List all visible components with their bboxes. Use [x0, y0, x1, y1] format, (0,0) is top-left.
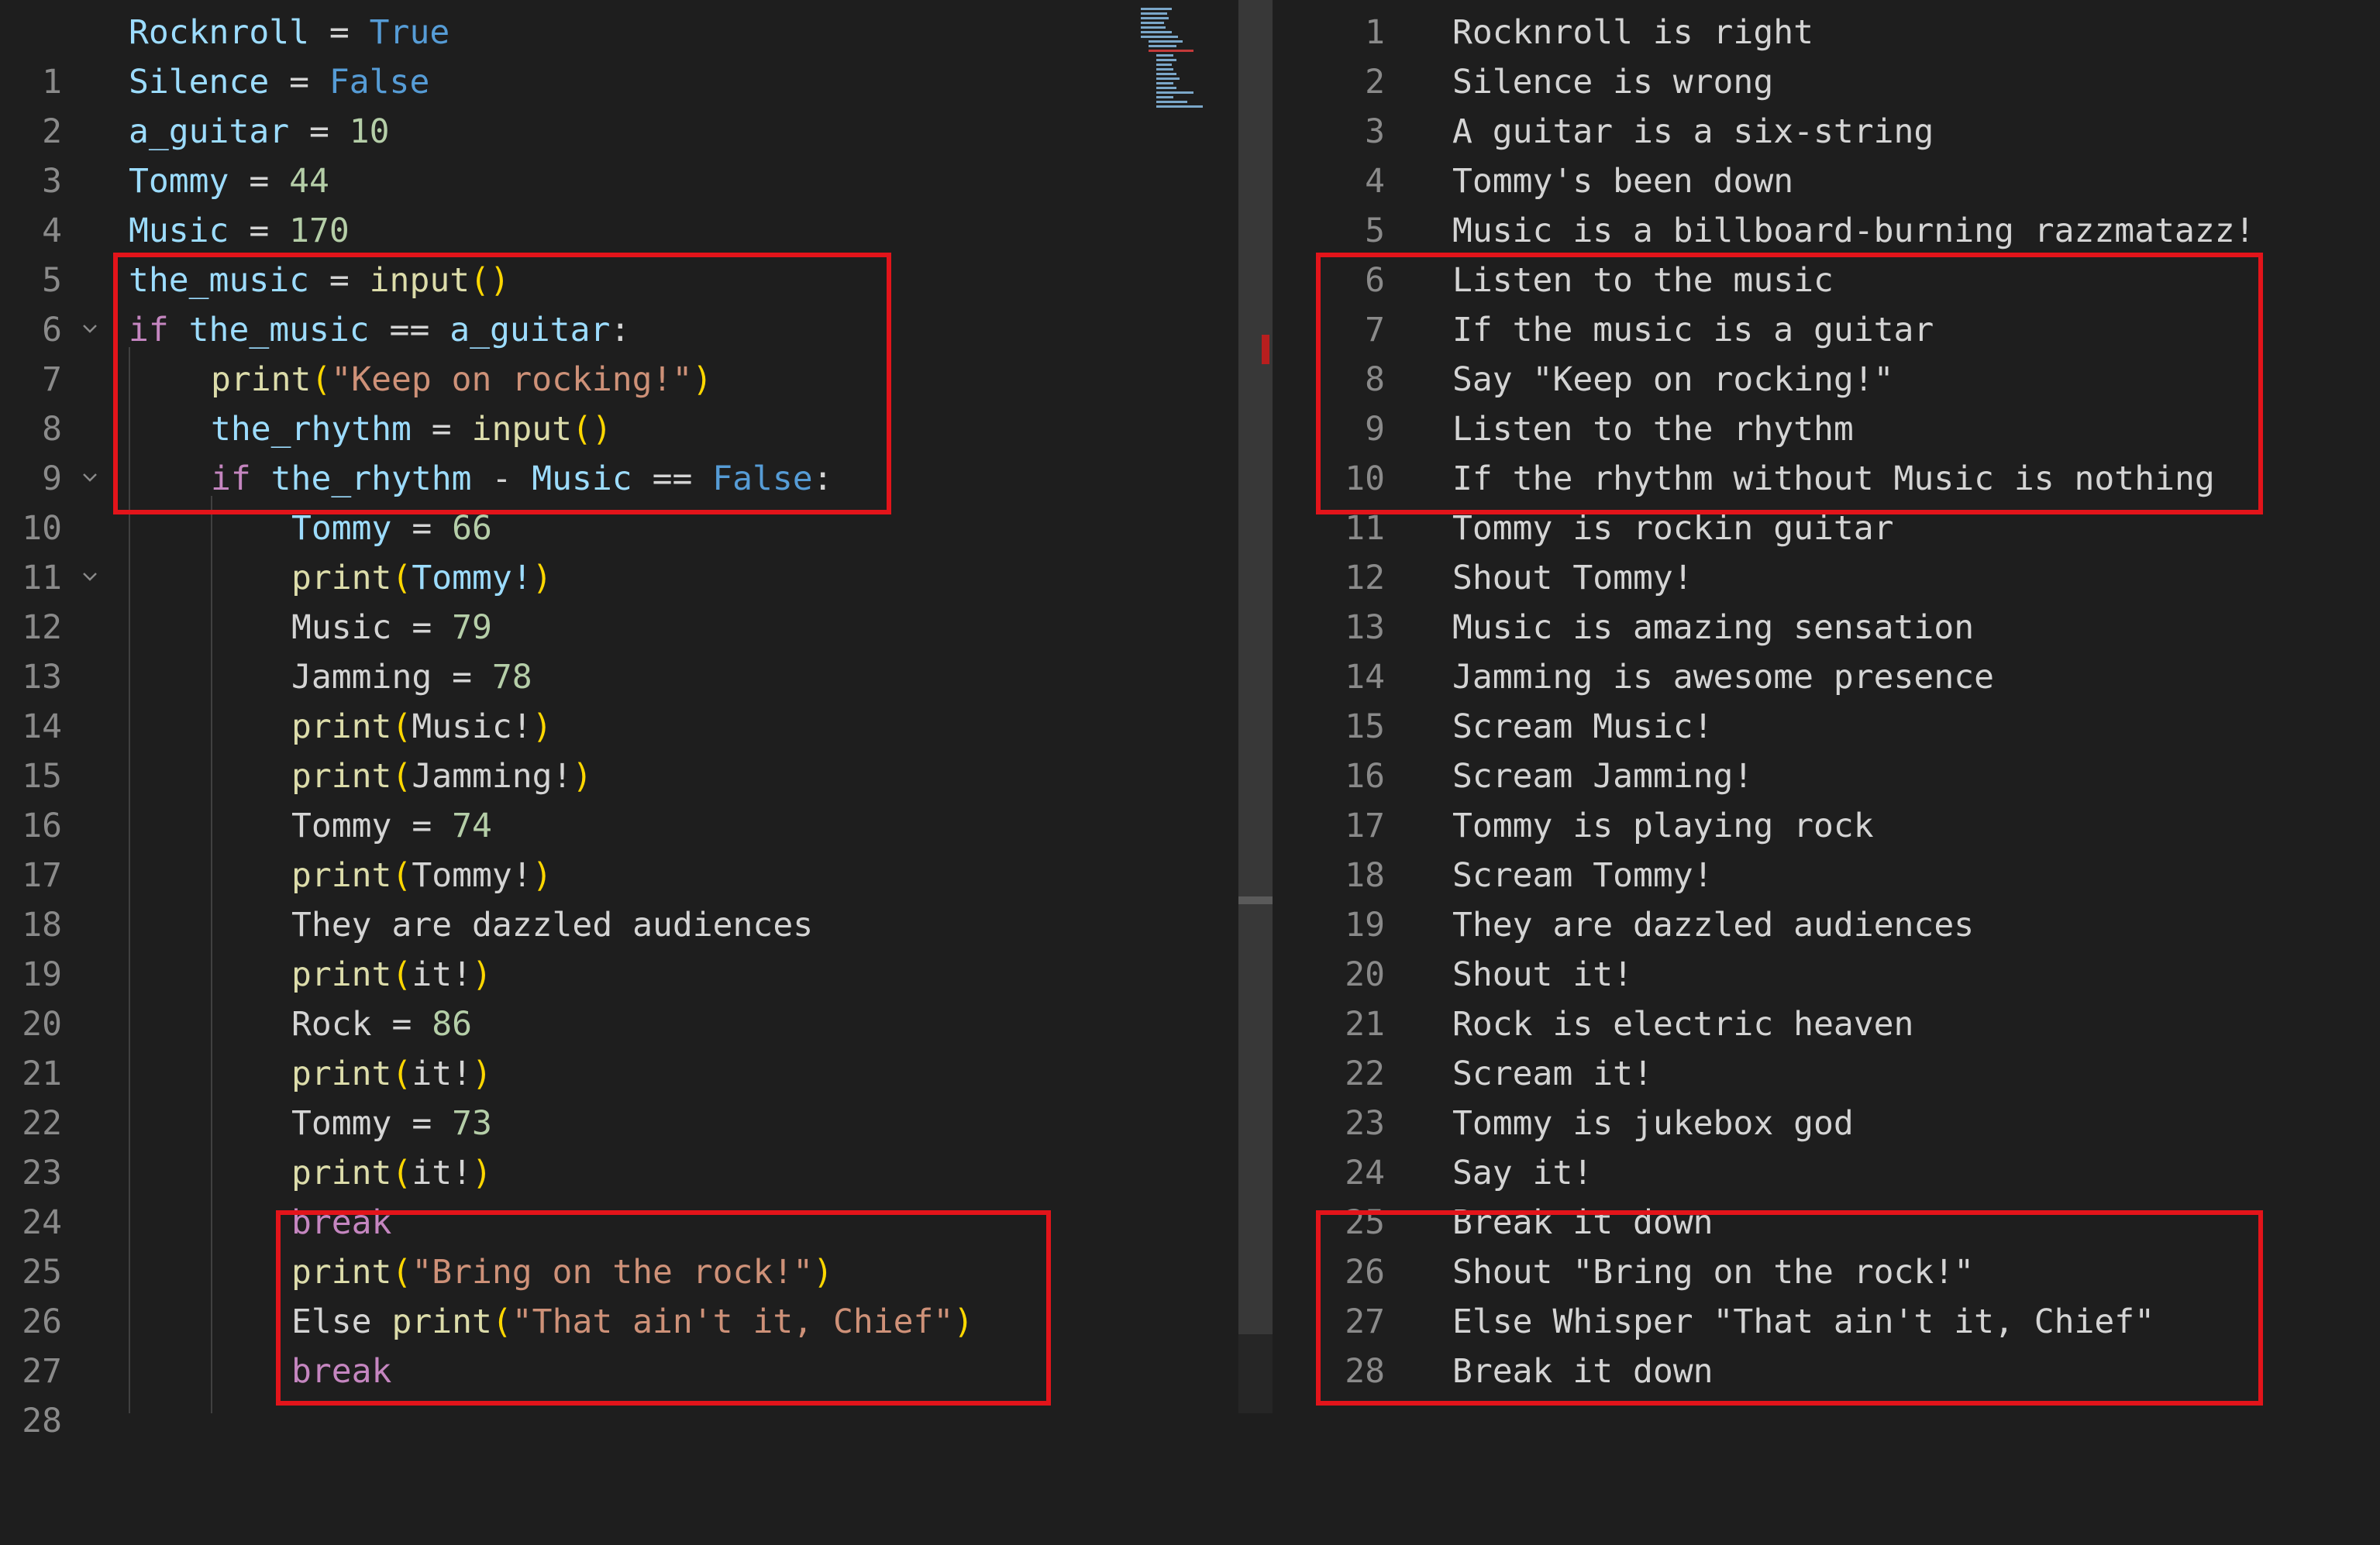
- line-number: 28: [22, 1402, 62, 1440]
- line-number: 5: [1365, 212, 1385, 250]
- split-editor-view: 1 Rocknroll = True 2 Silence = False 3 a…: [0, 0, 2380, 1440]
- line-text: Scream Tommy!: [1452, 856, 1714, 895]
- line-number: 3: [1365, 112, 1385, 151]
- line-text: Silence is wrong: [1452, 63, 1774, 102]
- code-line[interactable]: 4 Tommy = 44: [0, 157, 1238, 250]
- scrollbar-error-marker: [1262, 335, 1269, 364]
- line-text: Tommy's been down: [1452, 162, 1794, 201]
- highlight-box: [1316, 1210, 2263, 1406]
- line-text: Scream Jamming!: [1452, 757, 1754, 796]
- line-text: A guitar is a six-string: [1452, 112, 1934, 151]
- code-line[interactable]: 20 Shout it!: [1273, 950, 2380, 1000]
- code-line[interactable]: 20 print(it!): [0, 950, 1238, 1044]
- code-line[interactable]: 1 Rocknroll = True: [0, 8, 1238, 102]
- line-text: They are dazzled audiences: [1452, 906, 1975, 945]
- code-line[interactable]: 18 print(Tommy!): [0, 851, 1238, 945]
- line-text: Tommy is jukebox god: [1452, 1104, 1854, 1143]
- line-number: 24: [1345, 1154, 1385, 1192]
- code-line[interactable]: 3 a_guitar = 10: [0, 107, 1238, 201]
- line-number: 22: [1345, 1055, 1385, 1093]
- highlight-box: [276, 1210, 1051, 1406]
- line-number: 2: [1365, 63, 1385, 102]
- code-line[interactable]: 12 print(Tommy!): [0, 553, 1238, 647]
- line-number: 18: [1345, 856, 1385, 895]
- code-line[interactable]: 5 Music is a billboard-burning razzmatazz…: [1273, 206, 2380, 256]
- line-number: 1: [1365, 13, 1385, 52]
- line-number: 14: [1345, 658, 1385, 697]
- line-text: Music is a billboard-burning razzmatazz!: [1452, 212, 2255, 250]
- line-number: 4: [1365, 162, 1385, 201]
- line-number: 16: [1345, 757, 1385, 796]
- chevron-down-icon[interactable]: [82, 569, 98, 584]
- line-number: 12: [1345, 559, 1385, 597]
- line-number: 17: [1345, 807, 1385, 845]
- line-number: 19: [1345, 906, 1385, 945]
- rockstar-editor-pane[interactable]: 1 Rocknroll is right 2 Silence is wrong 3 A…: [1273, 0, 2380, 1413]
- line-text: Jamming is awesome presence: [1452, 658, 1994, 697]
- line-text: Scream Music!: [1452, 707, 1714, 746]
- code-line[interactable]: 19 They are dazzled audiences: [0, 900, 1238, 994]
- minimap[interactable]: [1139, 6, 1232, 115]
- chevron-down-icon[interactable]: [82, 321, 98, 336]
- code-line[interactable]: 17 Tommy = 74: [0, 801, 1238, 895]
- code-line[interactable]: 17 Tommy is playing rock: [1273, 801, 2380, 851]
- line-number: 20: [1345, 955, 1385, 994]
- line-text: Shout it!: [1452, 955, 1633, 994]
- code-line[interactable]: 1 Rocknroll is right: [1273, 8, 2380, 57]
- code-line[interactable]: 13 Music = 79: [0, 603, 1238, 697]
- highlight-box: [113, 253, 891, 514]
- line-text: Tommy is playing rock: [1452, 807, 1874, 845]
- chevron-down-icon[interactable]: [82, 470, 98, 485]
- scrollbar-track[interactable]: [1238, 0, 1273, 1334]
- code-line[interactable]: 15 print(Music!): [0, 702, 1238, 796]
- line-text: Rock is electric heaven: [1452, 1005, 1914, 1044]
- code-line[interactable]: 19 They are dazzled audiences: [1273, 900, 2380, 950]
- code-line[interactable]: 12 Shout Tommy!: [1273, 553, 2380, 603]
- line-number: 21: [1345, 1005, 1385, 1044]
- code-line[interactable]: 23 Tommy = 73: [0, 1099, 1238, 1192]
- code-line[interactable]: 14 Jamming = 78: [0, 652, 1238, 746]
- code-line[interactable]: 3 A guitar is a six-string: [1273, 107, 2380, 157]
- code-line[interactable]: 22 Scream it!: [1273, 1049, 2380, 1099]
- line-number: 23: [1345, 1104, 1385, 1143]
- line-text: Rocknroll is right: [1452, 13, 1813, 52]
- line-number: 15: [1345, 707, 1385, 746]
- scrollbar-thumb[interactable]: [1238, 896, 1273, 904]
- code-line[interactable]: 13 Music is amazing sensation: [1273, 603, 2380, 652]
- code-line[interactable]: 24 Say it!: [1273, 1148, 2380, 1198]
- code-line[interactable]: 2 Silence is wrong: [1273, 57, 2380, 107]
- code-line[interactable]: 16 print(Jamming!): [0, 752, 1238, 845]
- python-editor-pane[interactable]: 1 Rocknroll = True 2 Silence = False 3 a…: [0, 0, 1238, 1440]
- code-line[interactable]: 21 Rock = 86: [0, 1000, 1238, 1093]
- code-line[interactable]: 23 Tommy is jukebox god: [1273, 1099, 2380, 1148]
- line-text: Scream it!: [1452, 1055, 1653, 1093]
- vertical-scrollbar[interactable]: [1238, 0, 1273, 1413]
- line-text: Say it!: [1452, 1154, 1593, 1192]
- code-line[interactable]: 24 print(it!): [0, 1148, 1238, 1242]
- line-text: Music is amazing sensation: [1452, 608, 1975, 647]
- line-number: 13: [1345, 608, 1385, 647]
- code-line[interactable]: 15 Scream Music!: [1273, 702, 2380, 752]
- code-line[interactable]: 22 print(it!): [0, 1049, 1238, 1143]
- highlight-box: [1316, 253, 2263, 514]
- code-line[interactable]: 18 Scream Tommy!: [1273, 851, 2380, 900]
- code-line[interactable]: 16 Scream Jamming!: [1273, 752, 2380, 801]
- code-line[interactable]: 4 Tommy's been down: [1273, 157, 2380, 206]
- code-line[interactable]: 5 Music = 170: [0, 206, 1238, 300]
- code-line[interactable]: 21 Rock is electric heaven: [1273, 1000, 2380, 1049]
- line-text: Shout Tommy!: [1452, 559, 1693, 597]
- code-line[interactable]: 2 Silence = False: [0, 57, 1238, 151]
- code-line[interactable]: 14 Jamming is awesome presence: [1273, 652, 2380, 702]
